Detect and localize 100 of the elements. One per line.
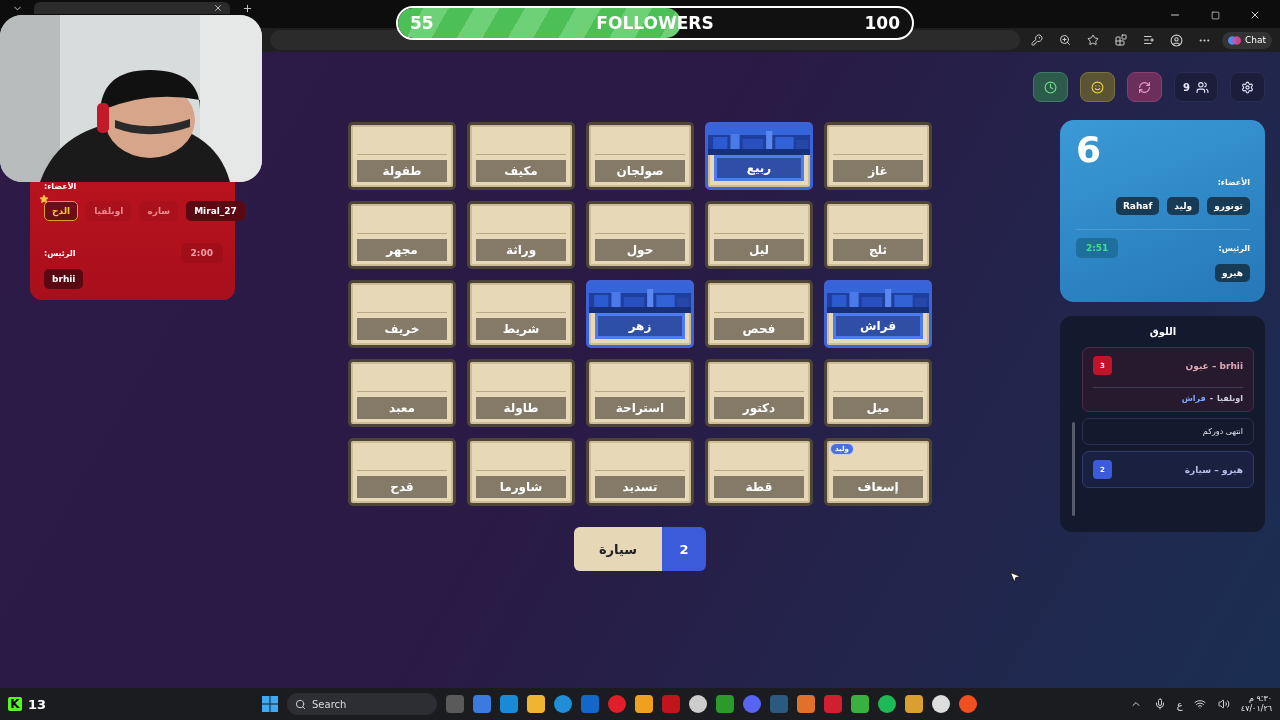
word-card[interactable]: ثلج <box>824 201 932 269</box>
timer-button[interactable] <box>1033 72 1069 102</box>
card-word: قطة <box>714 476 804 498</box>
card-word: مكيف <box>476 160 566 182</box>
app-icon[interactable] <box>932 695 950 713</box>
leader-label: الرئيس: <box>1218 243 1250 253</box>
player-chip: هيرو <box>1214 264 1250 282</box>
card-word: معبد <box>357 397 447 419</box>
word-card[interactable]: مجهر <box>348 201 456 269</box>
chat-button[interactable]: Chat <box>1221 31 1272 49</box>
word-card[interactable]: استراحة <box>586 359 694 427</box>
settings-icon <box>1241 80 1254 94</box>
card-word: حول <box>595 239 685 261</box>
card-word: طاولة <box>476 397 566 419</box>
player-chip: وليد <box>1167 197 1200 215</box>
card-word: فراش <box>833 313 923 339</box>
card-word: صولجان <box>595 160 685 182</box>
word-card[interactable]: قدح <box>348 438 456 506</box>
turn-timer: 2:00 <box>180 243 223 263</box>
card-word: طفولة <box>357 160 447 182</box>
team-score: 6 <box>1076 132 1103 168</box>
card-word: خريف <box>357 318 447 340</box>
app-icon[interactable] <box>689 695 707 713</box>
star-icon <box>39 194 49 204</box>
clue-count: 2 <box>662 527 706 571</box>
word-card[interactable]: شريط <box>467 280 575 348</box>
word-card[interactable]: تسديد <box>586 438 694 506</box>
members-label: الأعضاء: <box>44 182 78 191</box>
guess-separator: - <box>1209 394 1213 403</box>
word-card[interactable]: زهر <box>586 280 694 348</box>
word-card[interactable]: غاز <box>824 122 932 190</box>
card-word: شريط <box>476 318 566 340</box>
word-card[interactable]: طاولة <box>467 359 575 427</box>
followers-goal: 100 <box>864 12 900 35</box>
leader-label: الرئيس: <box>44 248 76 258</box>
card-word: غاز <box>833 160 923 182</box>
word-card[interactable]: خريف <box>348 280 456 348</box>
card-word: ثلج <box>833 239 923 261</box>
viewer-count: 13 <box>28 696 47 712</box>
followers-current: 55 <box>410 12 434 35</box>
refresh-icon <box>1138 80 1152 94</box>
word-card[interactable]: طفولة <box>348 122 456 190</box>
word-card[interactable]: حول <box>586 201 694 269</box>
card-word: ليل <box>714 239 804 261</box>
app-icon[interactable] <box>878 695 896 713</box>
card-word: استراحة <box>595 397 685 419</box>
card-word: ربيع <box>714 155 804 181</box>
clue-word: سيارة <box>574 527 662 571</box>
word-card[interactable]: فراش <box>824 280 932 348</box>
guess-word: فراش <box>1181 394 1206 403</box>
search-icon <box>295 698 306 710</box>
turn-timer: 2:51 <box>1076 238 1119 258</box>
date-text: ٤٧/٠١/٢٦ <box>1240 704 1272 714</box>
word-card[interactable]: ربيع <box>705 122 813 190</box>
emoji-button[interactable] <box>1080 72 1116 102</box>
card-word: فحص <box>714 318 804 340</box>
player-chip: Rahaf <box>1115 197 1160 215</box>
language-indicator[interactable]: ع <box>1176 698 1183 710</box>
card-word: قدح <box>357 476 447 498</box>
word-card[interactable]: شاورما <box>467 438 575 506</box>
clock-icon <box>1044 80 1058 94</box>
users-icon <box>1196 80 1209 94</box>
card-word: دكتور <box>714 397 804 419</box>
card-word: إسعاف <box>833 476 923 498</box>
word-card[interactable]: دكتور <box>705 359 813 427</box>
refresh-button[interactable] <box>1127 72 1163 102</box>
copilot-icon <box>1227 33 1241 47</box>
word-card[interactable]: ميل <box>824 359 932 427</box>
guess-player: اوبلفيا <box>1217 394 1243 403</box>
smiley-icon <box>1091 80 1105 94</box>
card-word: مجهر <box>357 239 447 261</box>
search-placeholder: Search <box>312 698 347 710</box>
word-card[interactable]: صولجان <box>586 122 694 190</box>
card-word: وراثة <box>476 239 566 261</box>
log-title: اللوق <box>1148 326 1178 337</box>
card-word: زهر <box>595 313 685 339</box>
word-card[interactable]: معبد <box>348 359 456 427</box>
scrollbar-thumb[interactable] <box>1072 422 1075 516</box>
player-chip: brhii <box>44 269 84 289</box>
card-word: شاورما <box>476 476 566 498</box>
word-card[interactable]: مكيف <box>467 122 575 190</box>
player-chip: Miral_27 <box>186 201 245 221</box>
clock[interactable]: ٩:٣٠ م ٤٧/٠١/٢٦ <box>1240 694 1272 714</box>
word-card[interactable]: ليل <box>705 201 813 269</box>
clue-text: هيرو – سيارة <box>1184 464 1243 475</box>
settings-button[interactable] <box>1230 72 1265 102</box>
cursor-icon <box>1008 570 1022 584</box>
player-chip: تونورو <box>1207 197 1250 215</box>
search-field[interactable]: Search <box>287 693 437 715</box>
word-card[interactable]: قطة <box>705 438 813 506</box>
card-word: ميل <box>833 397 923 419</box>
card-word: تسديد <box>595 476 685 498</box>
players-button[interactable]: 9 <box>1174 72 1218 102</box>
word-card[interactable]: وراثة <box>467 201 575 269</box>
player-chip: ساره <box>139 201 179 221</box>
word-card[interactable]: فحص <box>705 280 813 348</box>
windows-icon[interactable] <box>262 696 278 712</box>
player-chip: اوبلفيا <box>86 201 132 221</box>
close-icon[interactable] <box>212 2 224 14</box>
members-label: الأعضاء: <box>1216 178 1250 187</box>
